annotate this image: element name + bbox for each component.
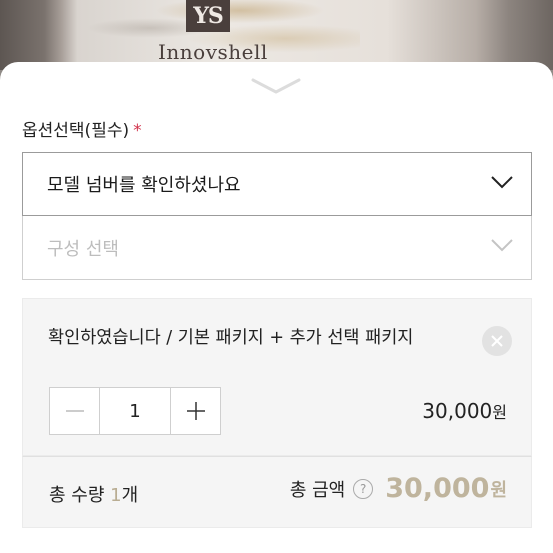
chevron-down-icon bbox=[491, 239, 513, 252]
total-amount: 총 금액 ? 30,000 원 bbox=[290, 473, 507, 504]
minus-icon bbox=[65, 410, 84, 412]
total-amount-value: 30,000 bbox=[385, 473, 490, 504]
total-quantity: 총 수량 1개 bbox=[49, 481, 138, 507]
option-section-label: 옵션선택(필수) * bbox=[22, 116, 142, 141]
brand-logo-text: Innovshell bbox=[158, 40, 268, 64]
total-amount-label: 총 금액 bbox=[289, 479, 346, 501]
option-label-text: 옵션선택(필수) bbox=[22, 121, 130, 141]
increase-quantity-button[interactable] bbox=[171, 388, 220, 434]
selected-item-card: 확인하였습니다 / 기본 패키지 + 추가 선택 패키지 1 30,000원 bbox=[22, 298, 532, 456]
item-price-value: 30,000 bbox=[422, 399, 493, 423]
quantity-value[interactable]: 1 bbox=[99, 388, 171, 434]
composition-select-placeholder: 구성 선택 bbox=[47, 238, 119, 260]
brand-logo-mark: YS bbox=[186, 0, 230, 32]
plus-icon bbox=[186, 402, 205, 420]
model-number-select-value: 모델 넘버를 확인하셨나요 bbox=[47, 175, 241, 196]
remove-item-button[interactable] bbox=[482, 326, 512, 356]
help-icon[interactable]: ? bbox=[353, 478, 374, 499]
chevron-down-icon bbox=[251, 78, 301, 94]
quantity-stepper: 1 bbox=[49, 387, 221, 435]
close-icon bbox=[491, 335, 503, 347]
chevron-down-icon bbox=[491, 176, 513, 189]
selected-item-title: 확인하였습니다 / 기본 패키지 + 추가 선택 패키지 bbox=[48, 328, 414, 348]
total-amount-unit: 원 bbox=[490, 479, 507, 501]
required-mark: * bbox=[133, 121, 142, 141]
composition-select[interactable]: 구성 선택 bbox=[22, 216, 532, 280]
option-bottom-sheet: 옵션선택(필수) * 모델 넘버를 확인하셨나요 구성 선택 확인하였습니다 / … bbox=[0, 62, 553, 553]
decrease-quantity-button[interactable] bbox=[50, 388, 99, 434]
total-quantity-label: 총 수량 bbox=[49, 485, 105, 506]
item-price: 30,000원 bbox=[422, 399, 507, 423]
model-number-select[interactable]: 모델 넘버를 확인하셨나요 bbox=[22, 152, 532, 216]
sheet-collapse-handle[interactable] bbox=[247, 74, 305, 98]
total-quantity-value: 1 bbox=[110, 485, 122, 506]
order-summary: 총 수량 1개 총 금액 ? 30,000 원 bbox=[22, 456, 532, 528]
item-price-unit: 원 bbox=[492, 403, 507, 422]
total-quantity-unit: 개 bbox=[121, 485, 139, 506]
product-image: YS Innovshell bbox=[0, 0, 553, 70]
